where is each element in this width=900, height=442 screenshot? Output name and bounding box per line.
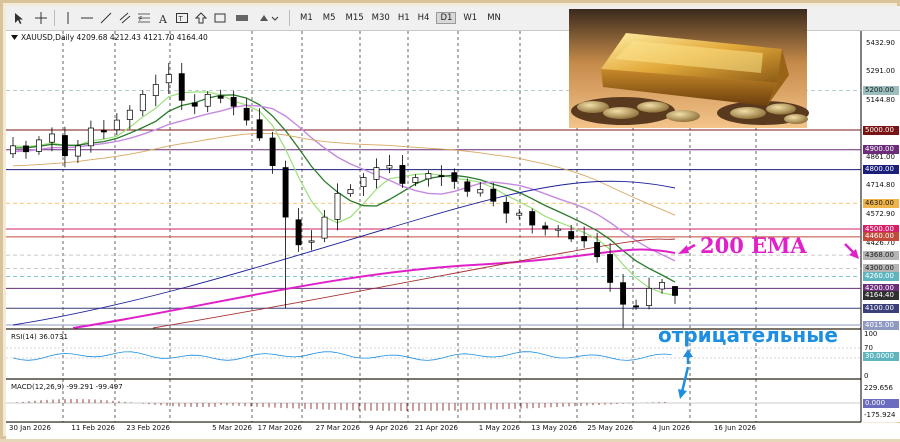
date-label: 21 Apr 2026 (414, 424, 458, 432)
candle-body (36, 139, 42, 152)
candle-body (594, 242, 601, 258)
candle-body (477, 189, 484, 194)
negative-annotation: отрицательные (658, 323, 838, 347)
candle-body (347, 189, 354, 195)
candle-body (451, 172, 458, 182)
date-label: 11 Feb 2026 (71, 424, 115, 432)
macd-tag: 0.000 (863, 399, 899, 408)
price-tag: 5200.00 (863, 85, 899, 95)
candle-body (152, 84, 159, 96)
candle-body (10, 145, 16, 155)
date-label: 9 Apr 2026 (369, 424, 408, 432)
price-axis-label: 5144.80 (866, 96, 895, 105)
rsi-label: RSI(14) 36.0731 (11, 333, 68, 341)
candle-body (568, 231, 575, 240)
price-axis-label: 5291.00 (866, 67, 895, 76)
candle-body (464, 181, 471, 192)
candle-body (529, 211, 536, 226)
candle-body (360, 177, 367, 188)
price-tag: 4164.40 (863, 290, 899, 300)
candle-body (672, 286, 678, 296)
price-tag: 4015.00 (863, 320, 899, 330)
symbol-ohlc: XAUUSD,Daily 4209.68 4212.43 4121.70 416… (21, 33, 208, 42)
candle-body (126, 109, 133, 120)
candle-body (178, 73, 185, 101)
chart-window: F A T M1 M5 M15 M30 H1 H4 D1 W1 MN XAUUS… (0, 0, 900, 439)
macd-axis-top: 229.656 (864, 384, 893, 392)
date-label: 23 Feb 2026 (126, 424, 170, 432)
candle-body (659, 282, 665, 290)
date-label: 13 May 2026 (531, 424, 577, 432)
price-axis-label: 5432.90 (866, 39, 895, 48)
candle-body (581, 236, 588, 242)
candle-body (61, 135, 68, 157)
candle-body (373, 167, 380, 180)
candle-body (425, 173, 432, 180)
date-label: 30 Jan 2026 (9, 424, 51, 432)
candle-body (490, 188, 497, 202)
candle-body (230, 96, 237, 107)
candle-body (191, 102, 198, 107)
candle-body (243, 107, 250, 121)
price-axis-label: 4572.90 (866, 209, 895, 218)
price-chart (6, 9, 900, 439)
price-tag: 5000.00 (863, 125, 899, 135)
candle-body (308, 240, 315, 243)
candle-body (516, 212, 523, 216)
candle-body (607, 254, 614, 283)
candle-body (113, 119, 120, 131)
price-tag: 4900.00 (863, 145, 899, 155)
price-tag: 4630.00 (863, 198, 899, 208)
candle-body (386, 165, 393, 169)
candle-body (23, 145, 29, 153)
rsi-tag: 30.0000 (863, 352, 899, 361)
candle-body (217, 95, 224, 99)
candle-body (503, 201, 510, 214)
date-label: 16 Jun 2026 (713, 424, 756, 432)
price-tag: 4260.00 (863, 272, 899, 282)
triangle-down-icon (11, 34, 18, 40)
chart-header: XAUUSD,Daily 4209.68 4212.43 4121.70 416… (11, 33, 208, 42)
candle-body (438, 175, 445, 178)
ema-annotation: 200 EMA (700, 233, 807, 258)
candle-body (646, 288, 652, 306)
date-label: 1 May 2026 (478, 424, 520, 432)
candle-body (321, 216, 328, 239)
macd-label: MACD(12,26,9) -99.291 -99.497 (11, 383, 123, 391)
candle-body (555, 228, 562, 231)
candle-body (334, 193, 341, 220)
candle-body (620, 282, 627, 305)
candle-body (165, 74, 172, 84)
candle-body (269, 137, 276, 166)
price-tag: 4800.00 (863, 165, 899, 175)
candle-body (256, 119, 263, 139)
date-label: 27 Mar 2026 (315, 424, 360, 432)
candle-body (48, 133, 55, 143)
price-tag: 4100.00 (863, 303, 899, 313)
candle-body (295, 219, 302, 246)
date-label: 5 Mar 2026 (212, 424, 252, 432)
candle-body (412, 177, 419, 183)
candle-body (542, 225, 549, 230)
candle-body (100, 130, 107, 133)
rsi-axis-low: 30 0 (864, 372, 869, 380)
candle-body (87, 127, 94, 147)
date-label: 25 May 2026 (587, 424, 633, 432)
date-label: 4 Jun 2026 (652, 424, 690, 432)
date-label: 17 Mar 2026 (257, 424, 302, 432)
gold-bar-image (569, 9, 809, 128)
candle-body (399, 164, 406, 184)
macd-axis-bottom: -175.924 (864, 411, 896, 419)
price-tag: 4460.00 (863, 232, 899, 242)
price-axis-label: 4714.80 (866, 181, 895, 190)
candle-body (282, 167, 289, 218)
candle-body (74, 145, 81, 157)
rsi-axis: 100 70 (864, 330, 878, 352)
candle-body (204, 94, 211, 107)
candle-body (633, 305, 640, 308)
price-tag: 4368.00 (863, 250, 899, 260)
candle-body (139, 94, 146, 112)
